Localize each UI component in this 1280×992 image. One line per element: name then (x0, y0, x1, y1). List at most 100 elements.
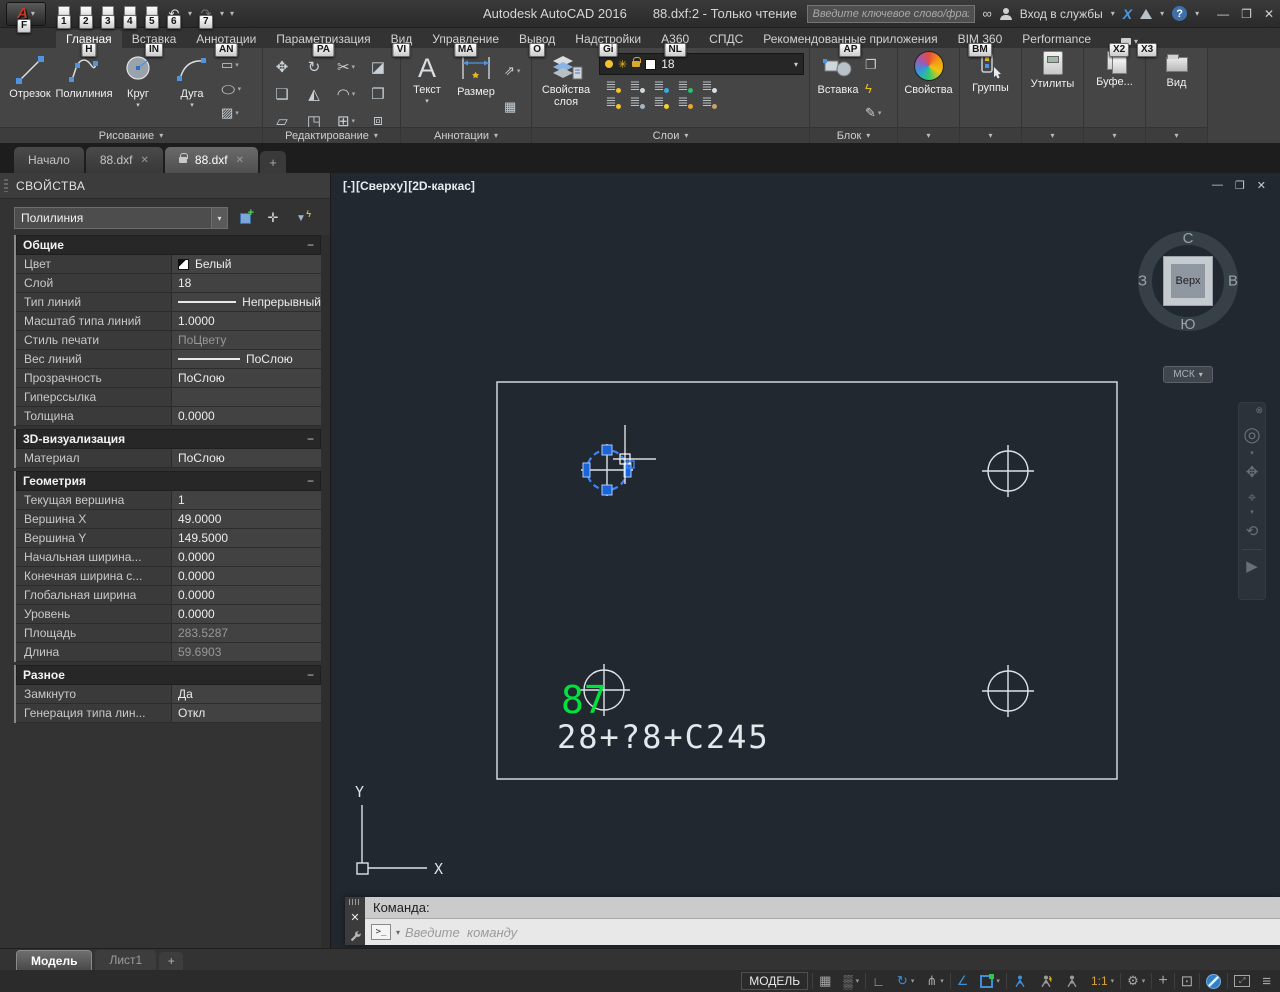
property-row[interactable]: Глобальная ширина0.0000 (16, 586, 321, 605)
clean-screen-button[interactable]: ⤢ (1228, 970, 1256, 992)
arc-dropdown-icon[interactable]: ▾ (190, 101, 194, 109)
panel-title-annotation[interactable]: Аннотации▾ (401, 127, 531, 143)
undo-dropdown-icon[interactable]: ▾ (188, 9, 192, 18)
command-input[interactable] (405, 925, 1280, 940)
layer-select-combo[interactable]: ✳ 18 ▾ (599, 53, 804, 75)
rotate-button[interactable]: ↻ (306, 58, 323, 76)
undo-button[interactable]: ↶6 (166, 5, 182, 23)
model-space-toggle[interactable]: МОДЕЛЬ (741, 972, 808, 990)
command-input-row[interactable]: >_ ▾ (365, 919, 1280, 945)
isolate-objects-button[interactable] (1200, 970, 1227, 992)
property-row[interactable]: Стиль печатиПоЦвету (16, 331, 321, 350)
drag-handle-icon[interactable] (349, 899, 361, 905)
drawing-title-text[interactable]: 28+?8+С245 (557, 718, 770, 756)
tab-featured-apps[interactable]: Рекомендованные приложенияAP (753, 30, 947, 48)
tab-view[interactable]: ВидVI (381, 30, 423, 48)
calculator-icon[interactable] (1043, 51, 1063, 75)
object-snap-toggle[interactable]: ▾ (974, 970, 1006, 992)
ribbon-minimize-button[interactable]: ▾ X2 X3 (1115, 35, 1144, 48)
property-row[interactable]: Начальная ширина...0.0000 (16, 548, 321, 567)
qat-customize-icon[interactable]: ▾ (230, 9, 234, 18)
layer-unisolate-button[interactable]: ≣ (623, 78, 647, 94)
workspace-switching-button[interactable]: ⚙▾ (1121, 970, 1151, 992)
tab-manage[interactable]: УправлениеMA (422, 30, 509, 48)
layer-change-button[interactable]: ≣ (695, 94, 719, 110)
file-tab-88dxf-2[interactable]: 88.dxf✕ (165, 147, 258, 173)
explode-button[interactable]: ❒ (369, 85, 386, 103)
property-row[interactable]: Вершина X49.0000 (16, 510, 321, 529)
property-row[interactable]: Толщина0.0000 (16, 407, 321, 426)
property-row[interactable]: Уровень0.0000 (16, 605, 321, 624)
signin-label[interactable]: Вход в службы (1020, 7, 1103, 21)
property-row[interactable]: Масштаб типа линий1.0000 (16, 312, 321, 331)
object-type-dropdown-icon[interactable]: ▾ (211, 208, 227, 228)
property-row[interactable]: Длина59.6903 (16, 643, 321, 662)
create-block-button[interactable]: ❐ (863, 57, 883, 73)
plot-button[interactable]: 5 (144, 5, 160, 23)
panel-title-utilities[interactable]: ▾ (1022, 127, 1083, 143)
command-line-palette[interactable]: ✕ Команда: >_ ▾ (345, 897, 1280, 945)
customization-menu-button[interactable]: ≡ (1256, 970, 1277, 992)
toggle-pickadd-button[interactable]: + (234, 207, 256, 229)
select-objects-button[interactable]: ✛ (262, 207, 284, 229)
search-icon[interactable]: ∞ (983, 6, 992, 21)
property-row[interactable]: ЦветБелый (16, 255, 321, 274)
qnew-button[interactable]: 1 (56, 5, 72, 23)
redo-dropdown-icon[interactable]: ▾ (220, 9, 224, 18)
offset-button[interactable]: ⧈ (371, 112, 385, 127)
layer-thaw-button[interactable]: ≣ (647, 94, 671, 110)
quick-properties-toggle[interactable]: ⊡ (1175, 970, 1200, 992)
section-header-misc[interactable]: Разное− (16, 665, 321, 685)
autodesk-360-icon[interactable] (1140, 9, 1152, 19)
copy-button[interactable]: ❏ (273, 85, 290, 103)
property-row[interactable]: ПрозрачностьПоСлою (16, 369, 321, 388)
target-symbol-top-right[interactable] (982, 445, 1034, 497)
object-type-select[interactable]: Полилиния ▾ (14, 207, 228, 229)
section-header-general[interactable]: Общие− (16, 235, 321, 255)
tab-home[interactable]: ГлавнаяH (56, 30, 122, 48)
property-row[interactable]: Текущая вершина1 (16, 491, 321, 510)
property-row[interactable]: МатериалПоСлою (16, 449, 321, 468)
mirror-button[interactable]: ◭ (306, 85, 322, 103)
window-restore-button[interactable]: ❐ (1241, 7, 1252, 21)
circle-button[interactable]: Круг ▾ (111, 51, 165, 127)
panel-title-view[interactable]: ▾ (1146, 127, 1207, 143)
layer-on-button[interactable]: ≣ (599, 94, 623, 110)
leader-button[interactable]: ⇗▾ (502, 63, 522, 79)
annotation-visibility-toggle[interactable] (1007, 970, 1033, 992)
a360-dropdown-icon[interactable]: ▾ (1160, 9, 1164, 18)
snap-mode-toggle[interactable]: ▒▾ (837, 970, 865, 992)
edit-attribute-button[interactable]: ϟ (863, 81, 883, 96)
tab-parametric[interactable]: ПараметризацияPA (266, 30, 380, 48)
layer-match-button[interactable]: ≣ (695, 78, 719, 94)
new-tab-button[interactable]: + (260, 151, 286, 173)
annotation-monitor-button[interactable]: + (1152, 970, 1173, 992)
layer-combo-dropdown-icon[interactable]: ▾ (794, 60, 798, 69)
property-row[interactable]: Тип линийНепрерывный (16, 293, 321, 312)
file-tab-start[interactable]: Начало (14, 147, 84, 173)
properties-palette-header[interactable]: СВОЙСТВА (0, 173, 330, 199)
tab-performance[interactable]: Performance (1012, 30, 1101, 48)
property-row[interactable]: Гиперссылка (16, 388, 321, 407)
ucs-icon[interactable]: Y X (355, 783, 443, 878)
tab-output[interactable]: ВыводO (509, 30, 565, 48)
block-editor-button[interactable]: ✎▾ (863, 105, 883, 121)
grid-display-toggle[interactable]: ▦ (813, 970, 837, 992)
model-tab[interactable]: Модель (16, 950, 92, 970)
tab-bim360[interactable]: BIM 360BM (948, 30, 1013, 48)
annotation-scale-button[interactable]: 1:1▾ (1085, 970, 1120, 992)
tab-a360[interactable]: A360NL (651, 30, 699, 48)
panel-title-modify[interactable]: Редактирование▾ (263, 127, 400, 143)
rectangle-button[interactable]: ▭▾ (219, 57, 243, 73)
line-button[interactable]: Отрезок (3, 51, 57, 127)
stretch-button[interactable]: ▱ (274, 112, 290, 128)
panel-title-block[interactable]: Блок▾ (810, 127, 897, 143)
property-row[interactable]: Площадь283.5287 (16, 624, 321, 643)
properties-colorwheel-icon[interactable] (914, 51, 944, 81)
layer-isolate-button[interactable]: ≣ (599, 78, 623, 94)
isodraft-toggle[interactable]: ⋔▾ (920, 970, 949, 992)
help-dropdown-icon[interactable]: ▾ (1195, 9, 1199, 18)
property-row[interactable]: Слой18 (16, 274, 321, 293)
file-tab-88dxf-1[interactable]: 88.dxf✕ (86, 147, 163, 173)
ellipse-button[interactable]: ◯▾ (219, 81, 243, 97)
